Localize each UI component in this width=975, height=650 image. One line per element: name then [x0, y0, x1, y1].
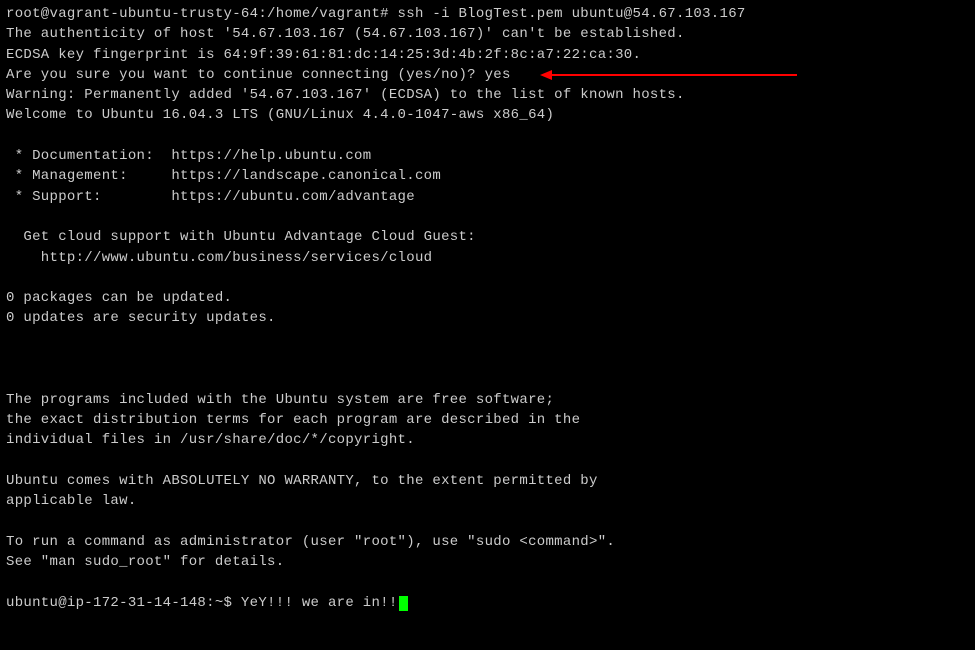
cursor-icon — [399, 596, 408, 611]
terminal-line: ECDSA key fingerprint is 64:9f:39:61:81:… — [6, 45, 969, 65]
terminal-line: the exact distribution terms for each pr… — [6, 410, 969, 430]
terminal-line: individual files in /usr/share/doc/*/cop… — [6, 430, 969, 450]
terminal-output[interactable]: root@vagrant-ubuntu-trusty-64:/home/vagr… — [6, 4, 969, 613]
terminal-line: See "man sudo_root" for details. — [6, 552, 969, 572]
terminal-line: Welcome to Ubuntu 16.04.3 LTS (GNU/Linux… — [6, 105, 969, 125]
terminal-line — [6, 511, 969, 531]
terminal-line: ubuntu@ip-172-31-14-148:~$ YeY!!! we are… — [6, 593, 969, 613]
terminal-line — [6, 329, 969, 349]
terminal-line — [6, 572, 969, 592]
terminal-line — [6, 126, 969, 146]
terminal-line — [6, 451, 969, 471]
terminal-line — [6, 268, 969, 288]
terminal-line: 0 updates are security updates. — [6, 308, 969, 328]
terminal-line: The programs included with the Ubuntu sy… — [6, 390, 969, 410]
terminal-line: Ubuntu comes with ABSOLUTELY NO WARRANTY… — [6, 471, 969, 491]
terminal-line: http://www.ubuntu.com/business/services/… — [6, 248, 969, 268]
terminal-line: The authenticity of host '54.67.103.167 … — [6, 24, 969, 44]
terminal-line — [6, 349, 969, 369]
terminal-line: Are you sure you want to continue connec… — [6, 65, 969, 85]
terminal-line: root@vagrant-ubuntu-trusty-64:/home/vagr… — [6, 4, 969, 24]
terminal-line: * Management: https://landscape.canonica… — [6, 166, 969, 186]
terminal-line: Get cloud support with Ubuntu Advantage … — [6, 227, 969, 247]
terminal-line: Warning: Permanently added '54.67.103.16… — [6, 85, 969, 105]
terminal-line: To run a command as administrator (user … — [6, 532, 969, 552]
terminal-line — [6, 207, 969, 227]
terminal-line — [6, 369, 969, 389]
terminal-line: * Documentation: https://help.ubuntu.com — [6, 146, 969, 166]
terminal-line: * Support: https://ubuntu.com/advantage — [6, 187, 969, 207]
terminal-line: 0 packages can be updated. — [6, 288, 969, 308]
terminal-line: applicable law. — [6, 491, 969, 511]
